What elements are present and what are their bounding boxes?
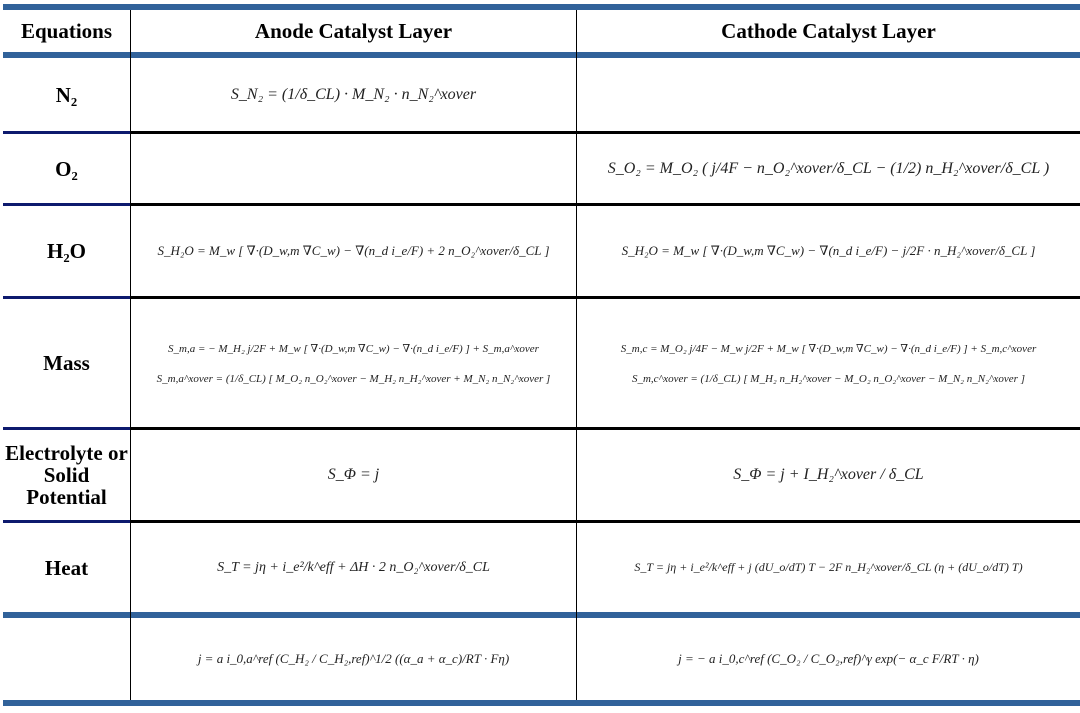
bottom-rule — [3, 700, 1080, 706]
header-equations: Equations — [20, 18, 113, 43]
equation-cathode-mass-2: S_m,c^xover = (1/δ_CL) [ M_H₂ n_H₂^xover… — [631, 372, 1025, 385]
equation-anode-mass-2: S_m,a^xover = (1/δ_CL) [ M_O₂ n_O₂^xover… — [156, 372, 551, 385]
equation-anode-mass-1: S_m,a = − M_H₂ j/2F + M_w [ ∇·(D_w,m ∇C_… — [168, 342, 539, 355]
equation-anode-kinetics: j = a i_0,a^ref (C_H₂ / C_H₂,ref)^1/2 ((… — [197, 651, 510, 666]
row-label-mass: Mass — [43, 351, 90, 375]
equation-anode-h2o: S_H₂O = M_w [ ∇·(D_w,m ∇C_w) − ∇(n_d i_e… — [157, 243, 550, 258]
row-label-potential: Electrolyte or Solid Potential — [5, 441, 128, 509]
equations-cathode-mass: S_m,c = M_O₂ j/4F − M_w j/2F + M_w [ ∇·(… — [577, 299, 1080, 427]
equation-cathode-o2: S_O₂ = M_O₂ ( j/4F − n_O₂^xover/δ_CL − (… — [607, 159, 1050, 177]
equation-anode-o2 — [131, 134, 576, 203]
equation-cathode-heat: S_T = jη + i_e²/k^eff + j (dU_o/dT) T − … — [634, 560, 1023, 574]
equation-anode-n2: S_N₂ = (1/δ_CL) · M_N₂ · n_N₂^xover — [230, 85, 477, 103]
row-label-kinetics — [3, 618, 130, 700]
header-anode: Anode Catalyst Layer — [254, 18, 453, 43]
equation-anode-heat: S_T = jη + i_e²/k^eff + ΔH · 2 n_O₂^xove… — [217, 559, 490, 575]
equation-cathode-potential: S_Φ = j + I_H₂^xover / δ_CL — [733, 466, 924, 483]
equation-cathode-n2 — [577, 58, 1080, 131]
row-label-n2: N₂ — [55, 82, 78, 107]
equations-anode-mass: S_m,a = − M_H₂ j/2F + M_w [ ∇·(D_w,m ∇C_… — [131, 299, 576, 427]
equation-cathode-h2o: S_H₂O = M_w [ ∇·(D_w,m ∇C_w) − ∇(n_d i_e… — [621, 243, 1036, 258]
row-label-heat: Heat — [44, 555, 89, 580]
equation-anode-potential: S_Φ = j — [327, 466, 380, 483]
header-cathode: Cathode Catalyst Layer — [721, 18, 936, 43]
equation-cathode-kinetics: j = − a i_0,c^ref (C_O₂ / C_O₂,ref)^γ ex… — [678, 651, 979, 666]
row-label-o2: O₂ — [55, 156, 78, 181]
row-label-h2o: H₂O — [47, 239, 86, 263]
equation-cathode-mass-1: S_m,c = M_O₂ j/4F − M_w j/2F + M_w [ ∇·(… — [620, 342, 1037, 355]
